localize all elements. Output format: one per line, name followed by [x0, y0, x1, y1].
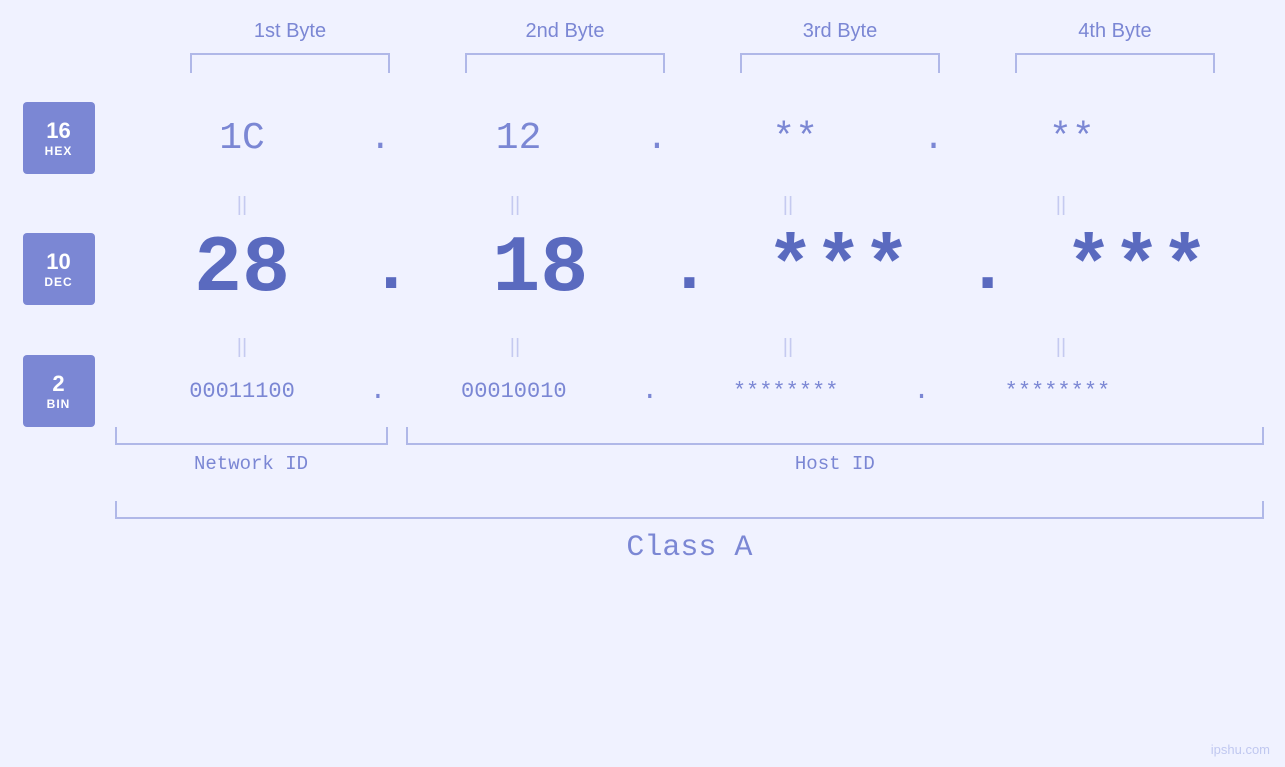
hex-val-4: **: [1049, 117, 1095, 160]
bracket-2: [465, 53, 665, 73]
hex-cell-4: **: [944, 117, 1199, 160]
eq-2-4: ||: [934, 336, 1189, 359]
dec-badge-number: 10: [46, 249, 70, 275]
dec-dot-3: .: [966, 228, 1009, 310]
byte-header-2: 2nd Byte: [455, 20, 675, 43]
badge-column: 16 HEX 10 DEC 2 BIN: [23, 103, 115, 565]
id-labels-row: Network ID Host ID: [115, 453, 1265, 475]
bin-val-4: ********: [1005, 379, 1111, 404]
hex-dot-3: .: [923, 118, 945, 159]
hex-dot-1: .: [370, 118, 392, 159]
bin-badge-wrapper: 2 BIN: [23, 361, 95, 421]
bin-row: 00011100 . 00010010 . ******** . *******…: [115, 361, 1265, 421]
network-id-label: Network ID: [115, 453, 388, 475]
dec-cell-2: 18: [413, 224, 668, 315]
dec-cell-3: ***: [711, 224, 966, 315]
dec-badge-wrapper: 10 DEC: [23, 219, 95, 319]
hex-badge: 16 HEX: [23, 102, 95, 174]
hex-cell-1: 1C: [115, 117, 370, 160]
sub-bracket-row: [115, 427, 1265, 445]
bin-cell-4: ********: [930, 379, 1185, 404]
dec-badge-label: DEC: [44, 275, 72, 289]
main-container: 1st Byte 2nd Byte 3rd Byte 4th Byte 16 H…: [0, 0, 1285, 767]
class-label: Class A: [115, 531, 1265, 565]
hex-cell-3: **: [668, 117, 923, 160]
dec-cell-4: ***: [1009, 224, 1264, 315]
dec-row: 28 . 18 . *** . ***: [115, 219, 1265, 319]
dec-dot-2: .: [668, 228, 711, 310]
dec-val-4: ***: [1065, 224, 1209, 315]
bracket-4: [1015, 53, 1215, 73]
data-area: 16 HEX 10 DEC 2 BIN: [23, 103, 1263, 565]
bin-dot-2: .: [641, 376, 658, 407]
bin-badge-label: BIN: [47, 397, 71, 411]
bin-cell-2: 00010010: [386, 379, 641, 404]
bracket-1: [190, 53, 390, 73]
dec-dot-1: .: [370, 228, 413, 310]
byte-header-3: 3rd Byte: [730, 20, 950, 43]
byte-headers: 1st Byte 2nd Byte 3rd Byte 4th Byte: [153, 20, 1253, 43]
eq-2-2: ||: [388, 336, 643, 359]
hex-badge-label: HEX: [45, 144, 73, 158]
hex-val-1: 1C: [219, 117, 265, 160]
bin-dot-1: .: [370, 376, 387, 407]
bin-badge-number: 2: [52, 371, 64, 397]
eq-1-4: ||: [934, 194, 1189, 217]
dec-badge: 10 DEC: [23, 233, 95, 305]
bin-val-2: 00010010: [461, 379, 567, 404]
top-brackets: [153, 53, 1253, 73]
host-id-label: Host ID: [406, 453, 1265, 475]
dec-val-1: 28: [194, 224, 290, 315]
host-bracket: [406, 427, 1265, 445]
eq-1-2: ||: [388, 194, 643, 217]
dec-val-3: ***: [766, 224, 910, 315]
hex-row: 1C . 12 . ** . **: [115, 103, 1265, 173]
bracket-3: [740, 53, 940, 73]
overall-bracket: [115, 501, 1265, 519]
hex-badge-wrapper: 16 HEX: [23, 103, 95, 173]
hex-badge-number: 16: [46, 118, 70, 144]
eq-1-1: ||: [115, 194, 370, 217]
byte-header-4: 4th Byte: [1005, 20, 1225, 43]
bin-cell-1: 00011100: [115, 379, 370, 404]
bin-val-3: ********: [733, 379, 839, 404]
network-bracket: [115, 427, 388, 445]
byte-header-1: 1st Byte: [180, 20, 400, 43]
equals-row-2: || || || ||: [115, 333, 1265, 361]
bin-dot-3: .: [913, 376, 930, 407]
hex-val-3: **: [772, 117, 818, 160]
eq-2-1: ||: [115, 336, 370, 359]
hex-val-2: 12: [496, 117, 542, 160]
data-values: 1C . 12 . ** . ** || ||: [115, 103, 1265, 565]
equals-row-1: || || || ||: [115, 191, 1265, 219]
hex-dot-2: .: [646, 118, 668, 159]
bin-cell-3: ********: [658, 379, 913, 404]
watermark: ipshu.com: [1211, 742, 1270, 757]
eq-1-3: ||: [661, 194, 916, 217]
bin-badge: 2 BIN: [23, 355, 95, 427]
hex-cell-2: 12: [391, 117, 646, 160]
dec-cell-1: 28: [115, 224, 370, 315]
dec-val-2: 18: [492, 224, 588, 315]
bin-val-1: 00011100: [189, 379, 295, 404]
eq-2-3: ||: [661, 336, 916, 359]
